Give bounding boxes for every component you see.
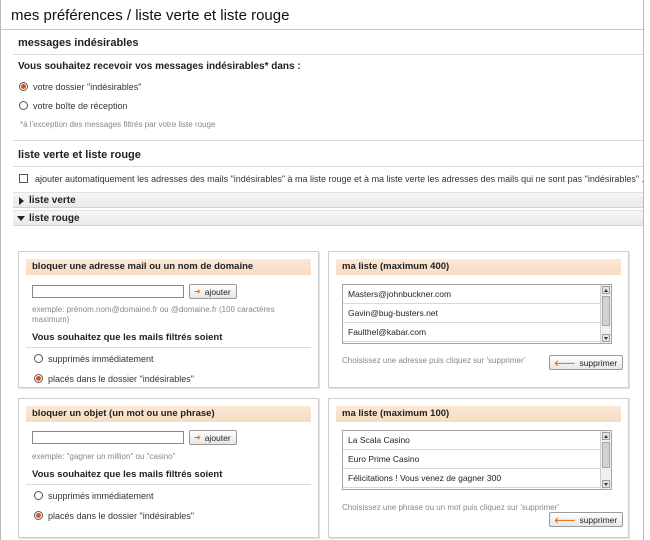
add-phrase-button[interactable]: ➔ ajouter	[189, 430, 237, 445]
list-item[interactable]: Euro Prime Casino	[343, 450, 601, 469]
section-divider	[13, 140, 643, 141]
spam-option-junk-label: votre dossier "indésirables"	[33, 82, 142, 92]
address-list-header: ma liste (maximum 400)	[336, 259, 621, 275]
phrase-list-title: ma liste (maximum 100)	[342, 408, 450, 419]
block-phrase-divider	[26, 484, 311, 485]
delete-address-button[interactable]: 🡐 supprimer	[549, 355, 624, 370]
block-address-title: bloquer une adresse mail ou un nom de do…	[32, 261, 254, 272]
phrase-list-scrollbar[interactable]	[600, 431, 611, 489]
delete-address-label: supprimer	[579, 357, 618, 368]
block-phrase-junk-label: placés dans le dossier "indésirables"	[48, 511, 194, 521]
title-divider	[1, 29, 645, 30]
lists-heading: liste verte et liste rouge	[18, 149, 141, 161]
list-item[interactable]: Félicitations ! Vous venez de gagner 300	[343, 469, 601, 488]
block-address-header: bloquer une adresse mail ou un nom de do…	[26, 259, 311, 275]
delete-phrase-label: supprimer	[579, 514, 618, 525]
window-frame: mes préférences / liste verte et liste r…	[0, 0, 645, 540]
phrase-list-header: ma liste (maximum 100)	[336, 406, 621, 422]
spam-option-junk-radio[interactable]	[19, 82, 28, 91]
lists-divider	[13, 166, 643, 167]
list-item[interactable]: Masters@johnbuckner.com	[343, 285, 601, 304]
block-phrase-delete-radio[interactable]	[34, 491, 43, 500]
arrow-left-icon: 🡐	[554, 358, 576, 368]
spam-divider	[13, 54, 643, 55]
block-phrase-panel: bloquer un objet (un mot ou une phrase) …	[18, 398, 319, 538]
scroll-down-icon[interactable]	[602, 480, 610, 488]
green-list-toggle[interactable]: liste verte	[13, 192, 643, 208]
red-list-label: liste rouge	[29, 213, 80, 224]
page-title: mes préférences / liste verte et liste r…	[11, 7, 290, 24]
block-address-filter-question: Vous souhaitez que les mails filtrés soi…	[32, 332, 223, 343]
block-phrase-delete-label: supprimés immédiatement	[48, 491, 154, 501]
phrase-list-hint: Choisissez une phrase ou un mot puis cli…	[342, 503, 559, 512]
phrase-list-panel: ma liste (maximum 100) La Scala Casino E…	[328, 398, 629, 538]
block-phrase-title: bloquer un objet (un mot ou une phrase)	[32, 408, 215, 419]
block-address-delete-radio[interactable]	[34, 354, 43, 363]
spam-footnote: *à l'exception des messages filtrés par …	[20, 120, 216, 129]
scroll-up-icon[interactable]	[602, 286, 610, 294]
delete-phrase-button[interactable]: 🡐 supprimer	[549, 512, 624, 527]
add-phrase-label: ajouter	[204, 432, 231, 443]
address-list-title: ma liste (maximum 400)	[342, 261, 450, 272]
scroll-up-icon[interactable]	[602, 432, 610, 440]
list-item[interactable]: Gavin@bug-busters.net	[343, 304, 601, 323]
block-phrase-junk-radio[interactable]	[34, 511, 43, 520]
collapsed-triangle-icon	[19, 197, 24, 205]
phrase-listbox[interactable]: La Scala Casino Euro Prime Casino Félici…	[342, 430, 612, 490]
spam-option-inbox-label: votre boîte de réception	[33, 101, 128, 111]
spam-option-inbox-radio[interactable]	[19, 101, 28, 110]
arrow-right-icon: ➔	[194, 287, 201, 296]
scroll-down-icon[interactable]	[602, 334, 610, 342]
block-address-input[interactable]	[32, 285, 184, 298]
block-phrase-header: bloquer un objet (un mot ou une phrase)	[26, 406, 311, 422]
auto-add-checkbox[interactable]	[19, 174, 28, 183]
add-address-button[interactable]: ➔ ajouter	[189, 284, 237, 299]
block-phrase-filter-question: Vous souhaitez que les mails filtrés soi…	[32, 469, 223, 480]
auto-add-label: ajouter automatiquement les adresses des…	[35, 174, 645, 184]
address-listbox[interactable]: Masters@johnbuckner.com Gavin@bug-buster…	[342, 284, 612, 344]
block-phrase-example: exemple: "gagner un million" ou "casino"	[32, 452, 176, 461]
address-list-scrollbar[interactable]	[600, 285, 611, 343]
block-address-panel: bloquer une adresse mail ou un nom de do…	[18, 251, 319, 388]
block-address-example: exemple: prénom.nom@domaine.fr ou @domai…	[32, 305, 275, 324]
arrow-left-icon: 🡐	[554, 515, 576, 525]
arrow-right-icon: ➔	[194, 433, 201, 442]
scroll-thumb[interactable]	[602, 296, 610, 326]
scroll-thumb[interactable]	[602, 442, 610, 468]
expanded-triangle-icon	[17, 216, 25, 221]
list-item[interactable]: La Scala Casino	[343, 431, 601, 450]
block-address-delete-label: supprimés immédiatement	[48, 354, 154, 364]
block-address-divider	[26, 347, 311, 348]
address-list-hint: Choisissez une adresse puis cliquez sur …	[342, 356, 526, 365]
list-item[interactable]: Faulthel@kabar.com	[343, 323, 601, 342]
red-list-toggle[interactable]: liste rouge	[13, 210, 643, 226]
green-list-label: liste verte	[29, 195, 76, 206]
add-address-label: ajouter	[204, 286, 231, 297]
spam-question: Vous souhaitez recevoir vos messages ind…	[18, 61, 301, 72]
block-address-junk-label: placés dans le dossier "indésirables"	[48, 374, 194, 384]
address-list-panel: ma liste (maximum 400) Masters@johnbuckn…	[328, 251, 629, 388]
block-phrase-input[interactable]	[32, 431, 184, 444]
spam-heading: messages indésirables	[18, 37, 139, 49]
block-address-junk-radio[interactable]	[34, 374, 43, 383]
